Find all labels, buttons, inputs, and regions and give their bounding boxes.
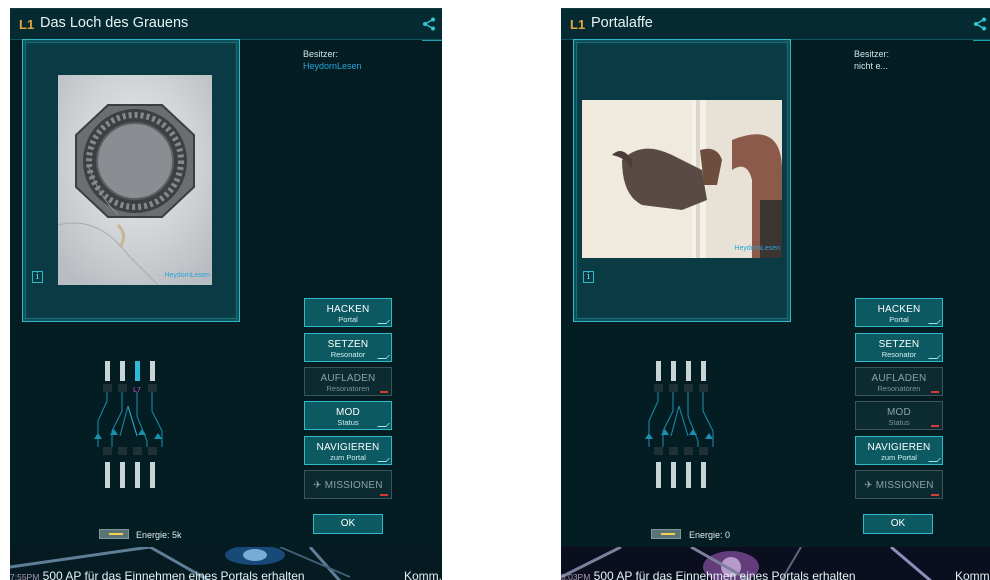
photo-caption[interactable]: HeydornLesen (164, 272, 210, 279)
recharge-button[interactable]: AUFLADEN Resonatoren (855, 367, 943, 396)
mod-button-sublabel: Status (888, 418, 910, 427)
portal-photo[interactable]: HeydornLesen (582, 100, 782, 258)
resonator-slot (105, 462, 110, 488)
recharge-button-label: AUFLADEN (320, 373, 376, 384)
portal-level: L1 (19, 17, 35, 32)
share-icon[interactable] (422, 17, 436, 31)
title-decoration (422, 40, 442, 48)
xm-energy-icon (99, 529, 129, 539)
hack-button-label: HACKEN (326, 304, 370, 315)
xm-energy-icon (651, 529, 681, 539)
ok-button[interactable]: OK (313, 514, 383, 534)
owner-label: Besitzer: (854, 49, 890, 59)
portal-screen-left: L1 Das Loch des Grauens HeydornLesen i B… (10, 8, 442, 580)
photo-caption[interactable]: HeydornLesen (734, 245, 780, 252)
ok-button[interactable]: OK (863, 514, 933, 534)
missions-button[interactable]: ✈ MISSIONEN (855, 470, 943, 499)
comm-message[interactable]: 8:03PM 500 AP für das Einnehmen eines Po… (561, 569, 856, 580)
energy-label: Energie: 5k (136, 530, 182, 540)
manhole-cover-image (58, 75, 212, 285)
mod-status-button[interactable]: MOD Status (855, 401, 943, 430)
info-icon[interactable]: i (32, 271, 43, 283)
navigate-button-label: NAVIGIEREN (867, 442, 931, 453)
deploy-button[interactable]: SETZEN Resonator (304, 333, 392, 362)
info-icon[interactable]: i (583, 271, 594, 283)
portal-level: L1 (570, 17, 586, 32)
mod-button-label: MOD (336, 407, 360, 418)
portal-photo[interactable]: HeydornLesen (58, 75, 212, 285)
recharge-button-sublabel: Resonatoren (326, 384, 370, 393)
portal-image-frame[interactable]: HeydornLesen i (573, 39, 791, 322)
deploy-button-label: SETZEN (878, 339, 920, 350)
missions-button-label: ✈ MISSIONEN (313, 480, 383, 491)
portal-screen-right: L1 Portalaffe HeydornLesen i Besitzer: n… (561, 8, 990, 580)
portal-title-bar: L1 Das Loch des Grauens (10, 9, 442, 40)
resonator-slot (105, 361, 110, 381)
gargoyle-image (582, 100, 782, 258)
resonator-slot (150, 462, 155, 488)
hack-button[interactable]: HACKEN Portal (304, 298, 392, 327)
navigate-button[interactable]: NAVIGIEREN zum Portal (855, 436, 943, 465)
hack-button-label: HACKEN (877, 304, 921, 315)
comm-bar[interactable]: 8:03PM 500 AP für das Einnehmen eines Po… (561, 545, 990, 580)
comm-button[interactable]: Komm. (390, 569, 442, 580)
portal-image-frame[interactable]: HeydornLesen i (22, 39, 240, 322)
resonator-slot (120, 462, 125, 488)
portal-title-bar: L1 Portalaffe (561, 9, 990, 40)
comm-time: 8:03PM (561, 572, 591, 580)
mod-button-label: MOD (887, 407, 911, 418)
comm-message[interactable]: 7:55PM 500 AP für das Einnehmen eines Po… (10, 569, 305, 580)
resonator-slot (120, 361, 125, 381)
mod-status-button[interactable]: MOD Status (304, 401, 392, 430)
resonator-diagram (645, 361, 714, 488)
missions-button-label: ✈ MISSIONEN (864, 480, 934, 491)
navigate-button[interactable]: NAVIGIEREN zum Portal (304, 436, 392, 465)
owner-link[interactable]: HeydornLesen (303, 61, 362, 71)
resonator-active (135, 361, 140, 381)
recharge-button-sublabel: Resonatoren (877, 384, 921, 393)
owner-label: Besitzer: (303, 49, 339, 59)
title-decoration (973, 40, 990, 48)
hack-button[interactable]: HACKEN Portal (855, 298, 943, 327)
comm-text: 500 AP für das Einnehmen eines Portals e… (593, 569, 856, 580)
comm-bar[interactable]: 7:55PM 500 AP für das Einnehmen eines Po… (10, 545, 442, 580)
comm-button[interactable]: Komm. (941, 569, 990, 580)
recharge-button-label: AUFLADEN (871, 373, 927, 384)
portal-name: Portalaffe (591, 15, 653, 31)
share-icon[interactable] (973, 17, 987, 31)
energy-label: Energie: 0 (689, 530, 731, 540)
comm-text: 500 AP für das Einnehmen eines Portals e… (42, 569, 305, 580)
resonator-slot (135, 462, 140, 488)
deploy-button[interactable]: SETZEN Resonator (855, 333, 943, 362)
portal-name: Das Loch des Grauens (40, 15, 189, 31)
deploy-button-label: SETZEN (327, 339, 369, 350)
missions-button[interactable]: ✈ MISSIONEN (304, 470, 392, 499)
owner-value: nicht e... (854, 61, 889, 71)
comm-time: 7:55PM (10, 572, 40, 580)
recharge-button[interactable]: AUFLADEN Resonatoren (304, 367, 392, 396)
navigate-button-label: NAVIGIEREN (316, 442, 380, 453)
resonator-diagram: L7 (94, 361, 163, 488)
resonator-slot (150, 361, 155, 381)
